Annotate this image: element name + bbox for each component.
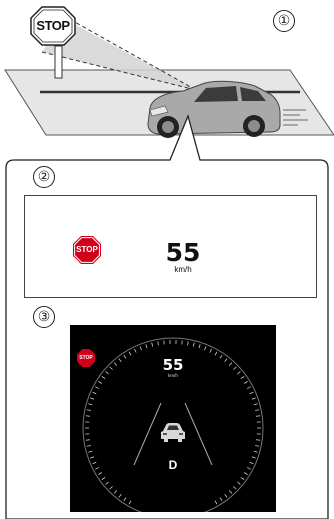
step-3-label: ③ [33, 306, 55, 328]
step-2-label: ② [33, 166, 55, 188]
cluster-gauge [82, 337, 264, 512]
windshield-display-panel: STOP 55 km/h [24, 195, 317, 298]
sign-post [54, 45, 63, 79]
speed-value: 55 [165, 238, 201, 267]
car-rear-icon [161, 423, 185, 442]
instrument-cluster-panel: STOP 55 km/h D [70, 325, 276, 512]
sign-label: STOP [79, 355, 93, 361]
gear-indicator: D [168, 458, 178, 472]
sign-label: STOP [76, 245, 98, 254]
speed-unit: km/h [174, 265, 192, 274]
speed-unit: km/h [168, 373, 178, 378]
step-1-label: ① [273, 10, 295, 32]
road-sign-label: STOP [36, 18, 70, 33]
speed-value: 55 [162, 356, 184, 374]
